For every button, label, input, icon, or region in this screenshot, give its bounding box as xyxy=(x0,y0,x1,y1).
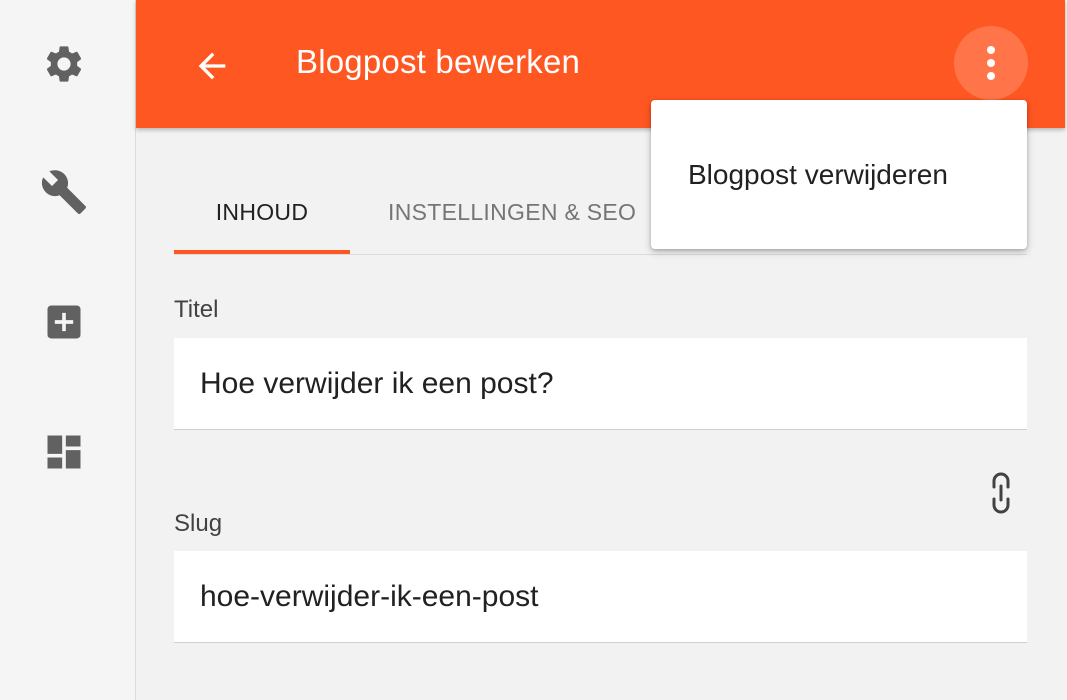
dashboard-icon[interactable] xyxy=(40,428,88,476)
active-tab-indicator xyxy=(174,250,350,254)
link-icon[interactable] xyxy=(979,468,1023,518)
arrow-left-icon xyxy=(198,52,226,80)
add-box-icon[interactable] xyxy=(40,298,88,346)
back-button[interactable] xyxy=(186,40,238,92)
title-input[interactable]: Hoe verwijder ik een post? xyxy=(174,338,1027,430)
slug-label: Slug xyxy=(174,510,223,537)
wrench-icon[interactable] xyxy=(40,168,88,216)
options-menu: Blogpost verwijderen xyxy=(651,100,1027,249)
menu-item-delete-blogpost[interactable]: Blogpost verwijderen xyxy=(651,140,1027,210)
tab-inhoud[interactable]: INHOUD xyxy=(174,170,350,254)
more-vert-icon xyxy=(987,46,995,80)
more-options-button[interactable] xyxy=(954,26,1028,100)
slug-input[interactable]: hoe-verwijder-ik-een-post xyxy=(174,551,1027,643)
title-label: Titel xyxy=(174,296,219,323)
page-title: Blogpost bewerken xyxy=(296,43,581,80)
sidebar xyxy=(0,0,136,700)
tab-instellingen-seo[interactable]: INSTELLINGEN & SEO xyxy=(388,170,688,254)
settings-gear-icon[interactable] xyxy=(40,40,88,88)
